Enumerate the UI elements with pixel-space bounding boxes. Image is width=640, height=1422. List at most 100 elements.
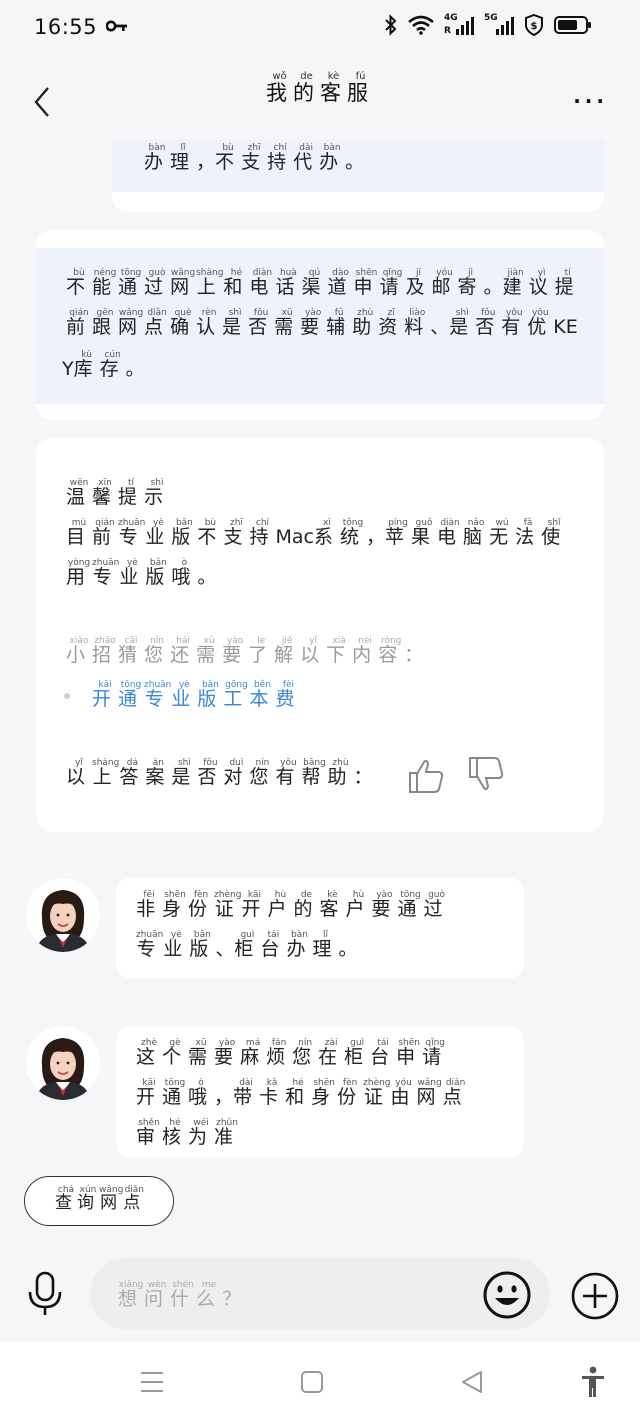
ruby-char: 。 (483, 276, 503, 298)
ruby-char: ò哦 (171, 558, 198, 588)
ruby-char: gēn 跟 (92, 308, 119, 338)
ruby-char: xiǎng 想 (118, 1280, 145, 1310)
ruby-char: dào 道 (327, 268, 354, 298)
ruby-char: yǐ 以 (66, 758, 93, 788)
ruby-char: rèn 认 (196, 308, 223, 338)
ruby-char: wú 无 (489, 518, 516, 548)
suggestion-link[interactable]: kāi 开 tōng 通 zhuān 专 yè 业 bǎn 版 gōng 工 běn 本 fèi 费 (92, 680, 301, 710)
ruby-char: ò哦 (188, 1078, 215, 1108)
message-input[interactable]: xiǎng 想 wèn 问 shén 什 me 么？ (90, 1258, 550, 1330)
message-card-tip: wēn 温 xīn 馨 tí 提 shì 示 mù 目 qián 前 zhuān 专 yè 业 bǎn 版 bù 不… (36, 438, 604, 832)
ruby-char: zhù 助 (352, 308, 379, 338)
accessibility-icon[interactable] (580, 1366, 606, 1398)
ruby-char: liào 料 (404, 308, 431, 338)
ruby-char: Mac (275, 526, 314, 548)
ruby-char: bǎn 版 (197, 680, 224, 710)
ruby-char: 。 (125, 358, 145, 380)
emoji-icon[interactable] (482, 1270, 532, 1320)
ruby-char: zhù 助 (327, 758, 354, 788)
ruby-char: tí 提 (118, 478, 145, 508)
ruby-char: xì 系 (313, 518, 340, 548)
ruby-char: yào 要 (300, 308, 327, 338)
ruby-char: nǎo 脑 (463, 518, 490, 548)
ruby-char: fán 烦 (266, 1038, 293, 1068)
ruby-char: tōng 通 (118, 268, 145, 298)
ruby-char: guì 柜 (234, 930, 261, 960)
message-text: yòng 用 zhuān 专 yè 业 bǎn 版 ò 哦。 (66, 558, 216, 588)
ruby-char: fèi 费 (275, 680, 302, 710)
ruby-char: gè 个 (162, 1038, 189, 1068)
message-card: bù 不 néng 能 tōng 通 guò 过 wǎng 网 shàng 上 hé 和 diàn 电 huà 话… (36, 230, 604, 420)
ruby-char: yóu 由 (390, 1078, 417, 1108)
message-text: Ykù 库 cún 存。 (62, 350, 145, 380)
message-text: bù 不 néng 能 tōng 通 guò 过 wǎng 网 shàng 上 hé 和 diàn 电 huà 话… (66, 268, 581, 298)
ruby-char: nín 您 (144, 636, 171, 666)
ruby-char: yóu 邮 (431, 268, 458, 298)
ruby-char: nín 您 (249, 758, 276, 788)
ruby-char: tǒng 统 (339, 518, 366, 548)
ruby-char: hé 和 (223, 268, 250, 298)
ruby-char: KE (553, 316, 578, 338)
ruby-char: fǔ 辅 (326, 308, 353, 338)
microphone-icon[interactable] (24, 1270, 66, 1318)
ruby-char: shén 什 (170, 1280, 197, 1310)
message-text: shěn 审 hé 核 wéi 为 zhǔn 准 (136, 1118, 240, 1148)
message-text: zhuān 专 yè 业 bǎn 版、 guì 柜 tái 台 bàn 办 lǐ 理。 (136, 930, 357, 960)
ruby-char: jì 寄 (457, 268, 484, 298)
ruby-char: zhuān 专 (144, 680, 172, 710)
ruby-char: shì 是 (449, 308, 476, 338)
ruby-char: ， (365, 526, 385, 548)
signal-5g-icon: 5G (484, 14, 514, 36)
ruby-char: guò 过 (144, 268, 171, 298)
query-branch-button[interactable]: chá 查 xún 询 wǎng 网 diǎn 点 (24, 1176, 174, 1226)
ruby-char: bāng 帮 (301, 758, 328, 788)
ruby-char: zhī 支 (223, 518, 250, 548)
ruby-char: chí 持 (267, 143, 294, 173)
ruby-char: kāi 开 (92, 680, 119, 710)
menu-icon[interactable] (140, 1370, 164, 1394)
ruby-char: bàn 办 (144, 143, 171, 173)
ruby-char: kè 客 (319, 890, 346, 920)
ruby-char: yào 要 (371, 890, 398, 920)
ruby-char: yǒu 有 (275, 758, 302, 788)
home-icon[interactable] (300, 1370, 324, 1394)
ruby-char: shàng 上 (196, 268, 224, 298)
ruby-char: yǒu 有 (501, 308, 528, 338)
ruby-char: bǎn 版 (171, 518, 198, 548)
ruby-char: 。 (345, 151, 365, 173)
ruby-char: shēn 申 (396, 1038, 423, 1068)
header: wǒ 我 de 的 kè 客 fú 服 ··· (0, 70, 640, 132)
ruby-char: ： (404, 644, 424, 666)
more-button[interactable]: ··· (573, 91, 608, 111)
ruby-char: tái 台 (260, 930, 287, 960)
ruby-char: duì 对 (223, 758, 250, 788)
ruby-char: lǐ 理 (312, 930, 339, 960)
thumbs-down-icon[interactable] (466, 754, 506, 794)
ruby-char: hái 还 (170, 636, 197, 666)
ruby-char: diàn 电 (249, 268, 276, 298)
ruby-char: mù 目 (66, 518, 93, 548)
ruby-char: zī 资 (378, 308, 405, 338)
ruby-char: yào 要 (214, 1038, 241, 1068)
thumbs-up-icon[interactable] (406, 756, 446, 796)
add-icon[interactable] (571, 1272, 619, 1320)
back-nav-icon[interactable] (460, 1370, 484, 1394)
ruby-char: fǒu 否 (248, 308, 275, 338)
ruby-char: fú 服 (347, 71, 374, 105)
ruby-char: qián 前 (66, 308, 93, 338)
ruby-char: tōng 通 (118, 680, 145, 710)
ruby-char: shǐ 使 (541, 518, 568, 548)
message-card-partial: bàn 办 lǐ 理， bù 不 zhī 支 chí 持 dài 代 bàn 办。 (112, 140, 604, 212)
ruby-char: fǎ 法 (515, 518, 542, 548)
ruby-char: fèn 份 (337, 1078, 364, 1108)
ruby-char: wǎng 网 (416, 1078, 443, 1108)
ruby-char: chá 查 (55, 1185, 77, 1213)
ruby-char: kù 库 (73, 350, 100, 380)
ruby-char: yōu 优 (527, 308, 554, 338)
ruby-char: le 了 (248, 636, 275, 666)
ruby-char: nín 您 (292, 1038, 319, 1068)
page-title: wǒ 我 de 的 kè 客 fú 服 (0, 71, 640, 105)
ruby-char: yǐ 以 (300, 636, 327, 666)
ruby-char: běn 本 (249, 680, 276, 710)
ruby-char: yè 业 (119, 558, 146, 588)
